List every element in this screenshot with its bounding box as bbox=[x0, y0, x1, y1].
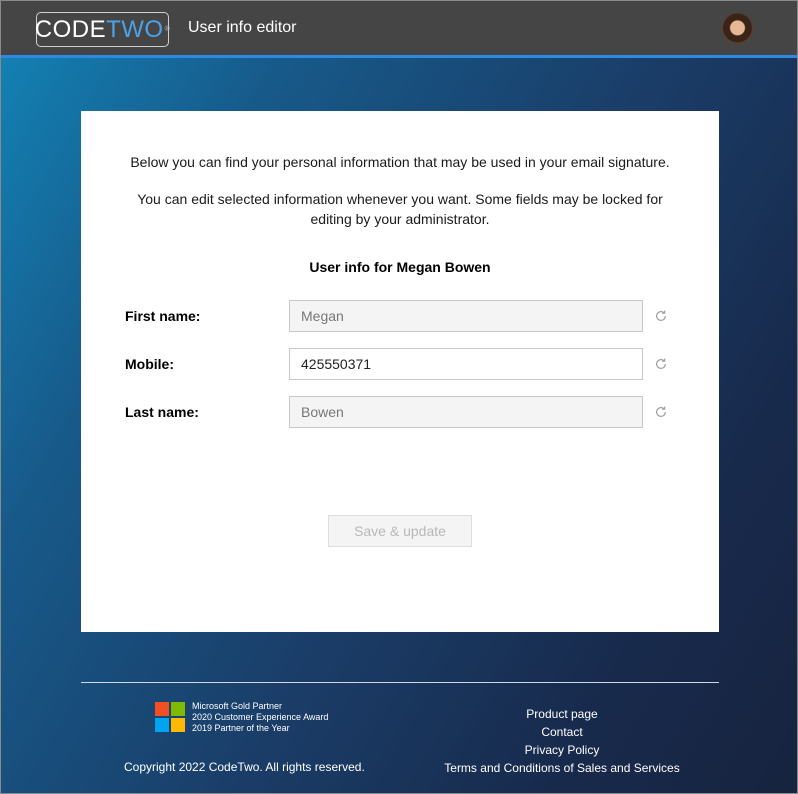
first-name-label: First name: bbox=[125, 308, 201, 324]
intro-text: Below you can find your personal informa… bbox=[130, 154, 670, 170]
partner-line: Microsoft Gold Partner bbox=[192, 701, 283, 711]
last-name-reset-icon[interactable] bbox=[654, 405, 668, 419]
user-info-card: Below you can find your personal informa… bbox=[81, 111, 719, 632]
save-update-button[interactable]: Save & update bbox=[328, 515, 472, 547]
contact-link[interactable]: Contact bbox=[441, 723, 683, 741]
first-name-input[interactable]: Megan bbox=[289, 300, 643, 332]
privacy-policy-link[interactable]: Privacy Policy bbox=[441, 741, 683, 759]
partner-line: 2020 Customer Experience Award bbox=[192, 712, 329, 722]
mobile-reset-icon[interactable] bbox=[654, 357, 668, 371]
copyright-text: Copyright 2022 CodeTwo. All rights reser… bbox=[124, 760, 365, 774]
user-avatar[interactable] bbox=[722, 13, 753, 44]
user-heading: User info for Megan Bowen bbox=[309, 259, 491, 275]
edit-info-text: You can edit selected information whenev… bbox=[137, 191, 663, 227]
footer-links: Product page Contact Privacy Policy Term… bbox=[441, 705, 683, 777]
mobile-label: Mobile: bbox=[125, 356, 174, 372]
app-title: User info editor bbox=[188, 19, 297, 36]
last-name-label: Last name: bbox=[125, 404, 199, 420]
partner-badges: Microsoft Gold Partner 2020 Customer Exp… bbox=[192, 701, 328, 734]
terms-link[interactable]: Terms and Conditions of Sales and Servic… bbox=[441, 759, 683, 777]
top-bar: CODE TWO ® User info editor bbox=[1, 1, 797, 58]
first-name-reset-icon[interactable] bbox=[654, 309, 668, 323]
partner-line: 2019 Partner of the Year bbox=[192, 723, 290, 733]
microsoft-logo-icon bbox=[155, 702, 185, 732]
product-page-link[interactable]: Product page bbox=[441, 705, 683, 723]
mobile-input[interactable]: 425550371 bbox=[289, 348, 643, 380]
footer-divider bbox=[81, 682, 719, 683]
last-name-input[interactable]: Bowen bbox=[289, 396, 643, 428]
codetwo-logo[interactable]: CODE TWO ® bbox=[35, 12, 170, 47]
